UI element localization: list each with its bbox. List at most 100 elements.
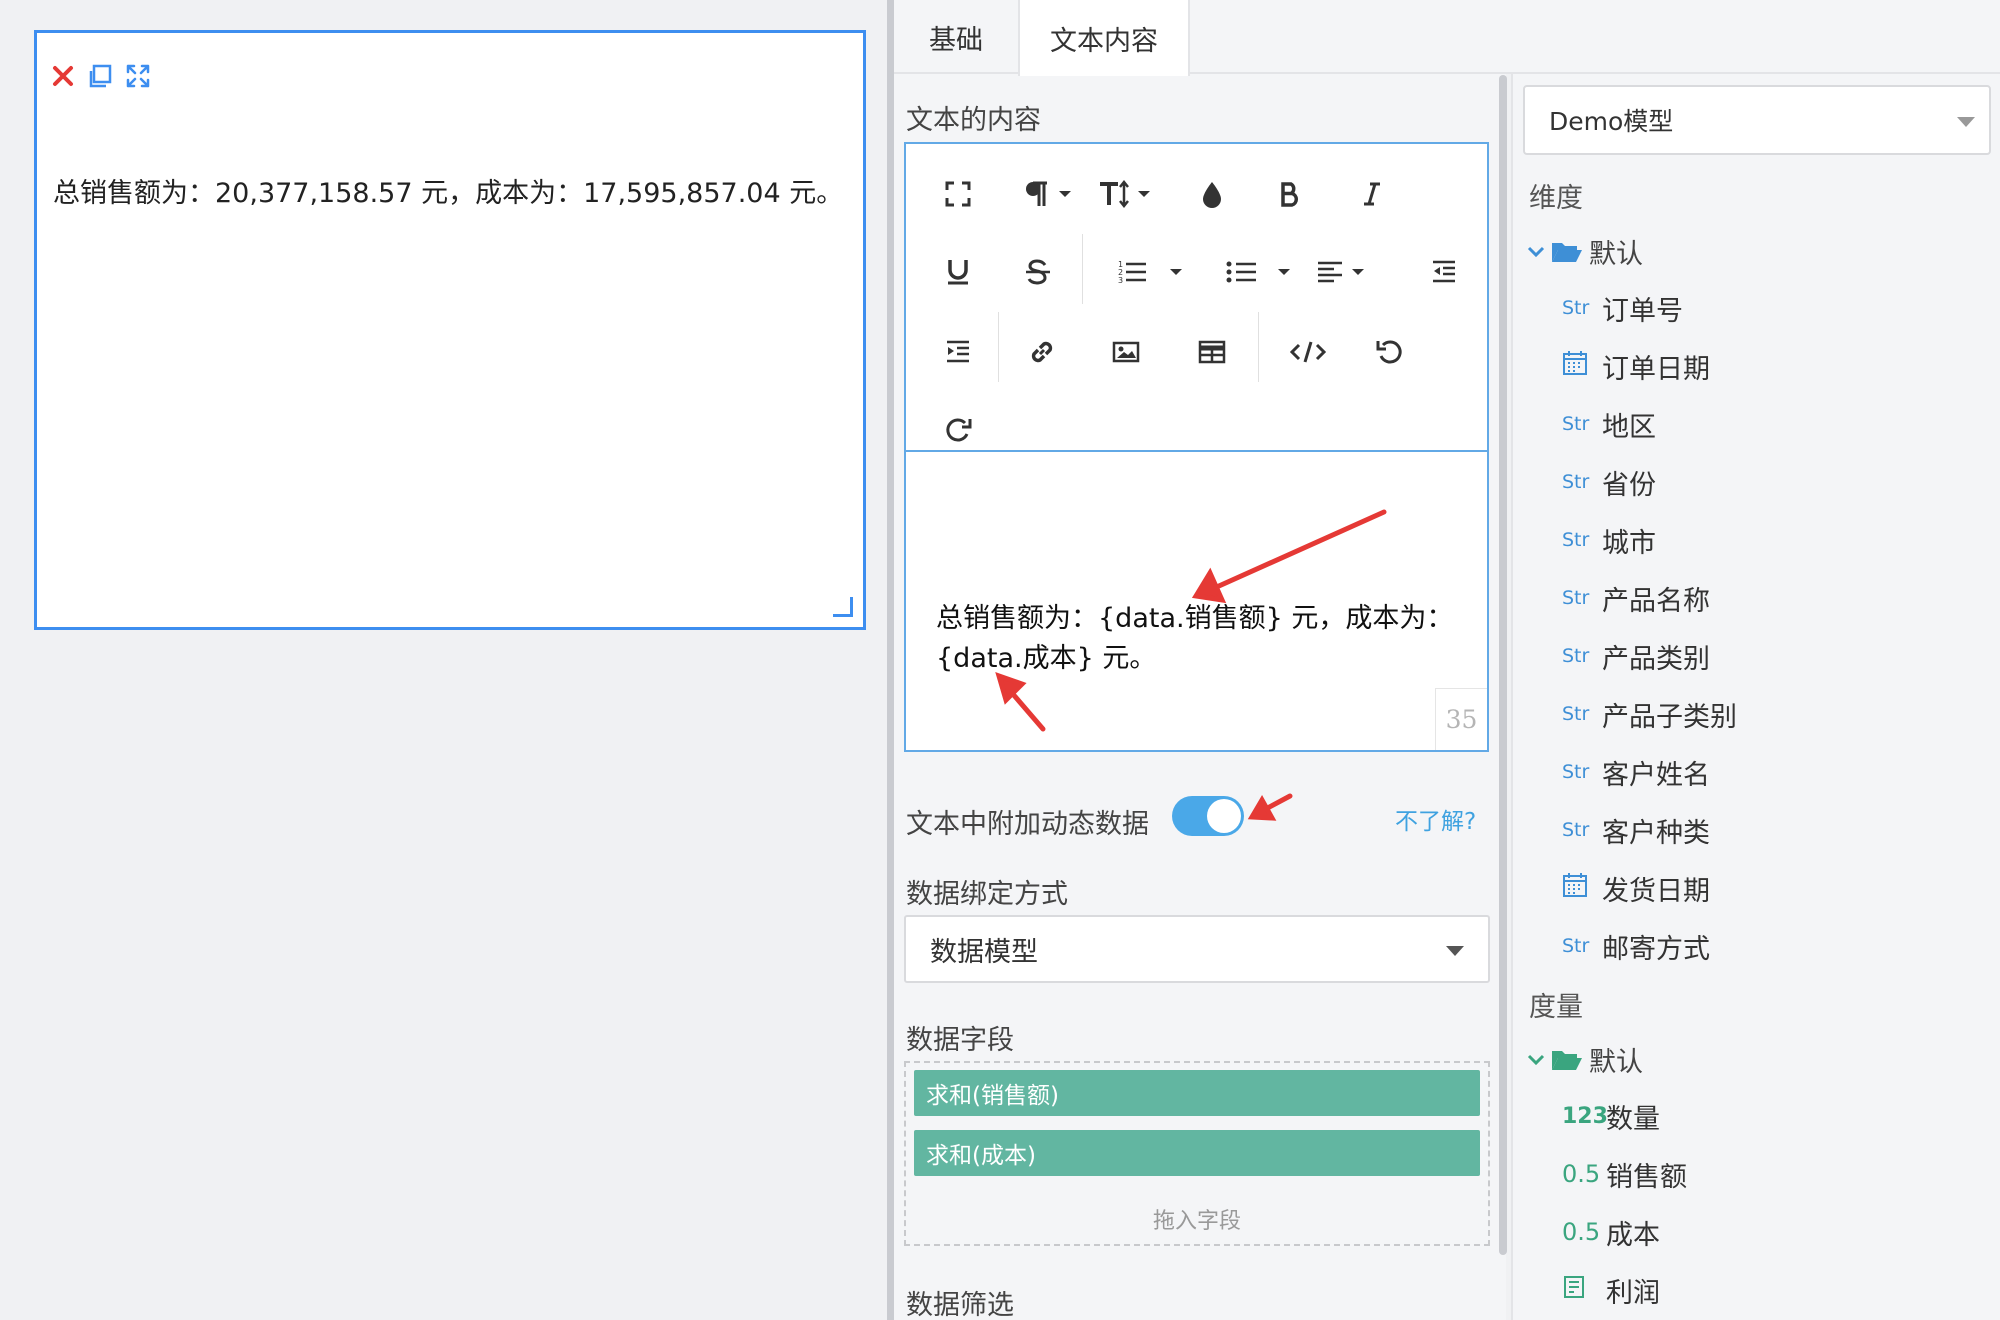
field-name: 客户姓名: [1602, 759, 1710, 791]
measures-title: 度量: [1529, 992, 1583, 1023]
toolbar-separator: [998, 312, 999, 382]
field-name: 产品子类别: [1602, 701, 1737, 733]
string-type-icon: Str: [1562, 819, 1590, 841]
field-name: 客户种类: [1602, 817, 1710, 849]
underline-icon[interactable]: [934, 248, 982, 296]
tab-text-content[interactable]: 文本内容: [1018, 0, 1190, 76]
folder-open-icon: [1552, 242, 1582, 262]
table-icon[interactable]: [1188, 328, 1236, 376]
svg-text:3: 3: [1118, 276, 1123, 285]
toolbar-separator: [1082, 234, 1083, 304]
fullscreen-icon[interactable]: [934, 170, 982, 218]
text-color-icon[interactable]: [1188, 170, 1236, 218]
dimension-field-item[interactable]: Str 城市: [1562, 520, 1656, 560]
dimension-field-item[interactable]: 订单日期: [1562, 346, 1710, 386]
bold-icon[interactable]: [1266, 170, 1314, 218]
binding-mode-select[interactable]: 数据模型: [904, 915, 1490, 983]
resize-handle[interactable]: [833, 597, 853, 617]
panel-splitter[interactable]: [887, 0, 894, 1320]
calculated-field-icon: [1562, 1274, 1598, 1307]
dimension-field-item[interactable]: Str 产品名称: [1562, 578, 1710, 618]
font-size-icon[interactable]: [1096, 170, 1160, 218]
redo-icon[interactable]: [934, 406, 982, 454]
dimension-field-item[interactable]: Str 邮寄方式: [1562, 926, 1710, 966]
text-widget[interactable]: 总销售额为：20,377,158.57 元，成本为：17,595,857.04 …: [34, 30, 866, 630]
dashboard-canvas: 总销售额为：20,377,158.57 元，成本为：17,595,857.04 …: [0, 0, 887, 1320]
calendar-icon: [1562, 872, 1594, 905]
measures-folder[interactable]: 默认: [1527, 1040, 1643, 1079]
field-name: 订单号: [1602, 295, 1683, 327]
char-counter: 35: [1435, 688, 1487, 750]
editor-content-line: {data.成本} 元。: [936, 643, 1157, 674]
image-icon[interactable]: [1102, 328, 1150, 376]
data-fields-label: 数据字段: [906, 1025, 1014, 1056]
dimension-field-item[interactable]: Str 产品子类别: [1562, 694, 1737, 734]
measure-field-item[interactable]: 0.5 销售额: [1562, 1154, 1687, 1194]
unordered-list-icon[interactable]: [1226, 248, 1296, 296]
paragraph-format-icon[interactable]: [1016, 170, 1080, 218]
dimension-field-item[interactable]: Str 产品类别: [1562, 636, 1710, 676]
dimension-field-item[interactable]: Str 省份: [1562, 462, 1656, 502]
dimension-field-item[interactable]: Str 客户种类: [1562, 810, 1710, 850]
field-name: 数量: [1606, 1103, 1660, 1135]
field-name: 销售额: [1606, 1161, 1687, 1193]
dimension-field-item[interactable]: Str 订单号: [1562, 288, 1683, 328]
decimal-type-icon: 0.5: [1562, 1218, 1601, 1246]
align-icon[interactable]: [1316, 248, 1386, 296]
field-name: 邮寄方式: [1602, 933, 1710, 965]
measure-field-item[interactable]: 0.5 成本: [1562, 1212, 1660, 1252]
editor-toolbar: 123: [906, 144, 1487, 452]
string-type-icon: Str: [1562, 529, 1590, 551]
rich-text-editor: 123 总销售额为：{data.销售额} 元，成本为： {data.成本} 元。…: [904, 142, 1489, 752]
dimension-field-item[interactable]: Str 客户姓名: [1562, 752, 1710, 792]
string-type-icon: Str: [1562, 297, 1590, 319]
string-type-icon: Str: [1562, 471, 1590, 493]
field-name: 成本: [1606, 1219, 1660, 1251]
dimensions-title: 维度: [1529, 183, 1583, 214]
chevron-down-icon: [1957, 117, 1975, 127]
field-name: 产品类别: [1602, 643, 1710, 675]
dimensions-folder[interactable]: 默认: [1527, 232, 1643, 271]
dimension-field-item[interactable]: 发货日期: [1562, 868, 1710, 908]
dynamic-data-toggle[interactable]: [1172, 796, 1244, 836]
outdent-icon[interactable]: [1420, 248, 1468, 296]
indent-icon[interactable]: [934, 328, 982, 376]
widget-rendered-text: 总销售额为：20,377,158.57 元，成本为：17,595,857.04 …: [53, 178, 844, 209]
folder-label: 默认: [1589, 239, 1643, 270]
help-link[interactable]: 不了解?: [1395, 802, 1476, 836]
dimension-field-item[interactable]: Str 地区: [1562, 404, 1656, 444]
field-name: 地区: [1602, 411, 1656, 443]
field-pill-cost-sum[interactable]: 求和(成本): [914, 1130, 1480, 1176]
editor-content[interactable]: 总销售额为：{data.销售额} 元，成本为： {data.成本} 元。: [936, 599, 1456, 679]
folder-label: 默认: [1589, 1047, 1643, 1078]
model-select[interactable]: Demo模型: [1523, 85, 1991, 155]
editor-content-line: 总销售额为：{data.销售额} 元，成本为：: [936, 603, 1454, 634]
measure-field-item[interactable]: 123 数量: [1562, 1096, 1660, 1136]
widget-toolbar: [51, 63, 151, 89]
field-pill-sales-sum[interactable]: 求和(销售额): [914, 1070, 1480, 1116]
data-fields-drop-zone[interactable]: 求和(销售额) 求和(成本) 拖入字段: [904, 1061, 1490, 1246]
drop-hint: 拖入字段: [1152, 1209, 1241, 1234]
measure-field-item[interactable]: 利润: [1562, 1270, 1660, 1310]
text-content-label: 文本的内容: [906, 105, 1041, 136]
expand-icon[interactable]: [125, 63, 151, 89]
link-icon[interactable]: [1018, 328, 1066, 376]
string-type-icon: Str: [1562, 703, 1590, 725]
close-icon[interactable]: [51, 64, 75, 88]
code-view-icon[interactable]: [1284, 328, 1332, 376]
ordered-list-icon[interactable]: 123: [1118, 248, 1188, 296]
chevron-down-icon: [1527, 1054, 1545, 1065]
panel-tabs: 基础 文本内容: [894, 0, 2000, 76]
string-type-icon: Str: [1562, 761, 1590, 783]
model-select-value: Demo模型: [1549, 107, 1674, 136]
strikethrough-icon[interactable]: [1014, 248, 1062, 296]
integer-type-icon: 123: [1562, 1103, 1608, 1129]
data-filter-label: 数据筛选: [906, 1290, 1014, 1320]
dynamic-data-label: 文本中附加动态数据: [906, 809, 1149, 840]
panel-scrollbar[interactable]: [1499, 75, 1507, 1255]
undo-icon[interactable]: [1366, 328, 1414, 376]
copy-icon[interactable]: [87, 63, 113, 89]
field-name: 发货日期: [1602, 875, 1710, 907]
tab-basic[interactable]: 基础: [894, 0, 1018, 74]
italic-icon[interactable]: [1348, 170, 1396, 218]
